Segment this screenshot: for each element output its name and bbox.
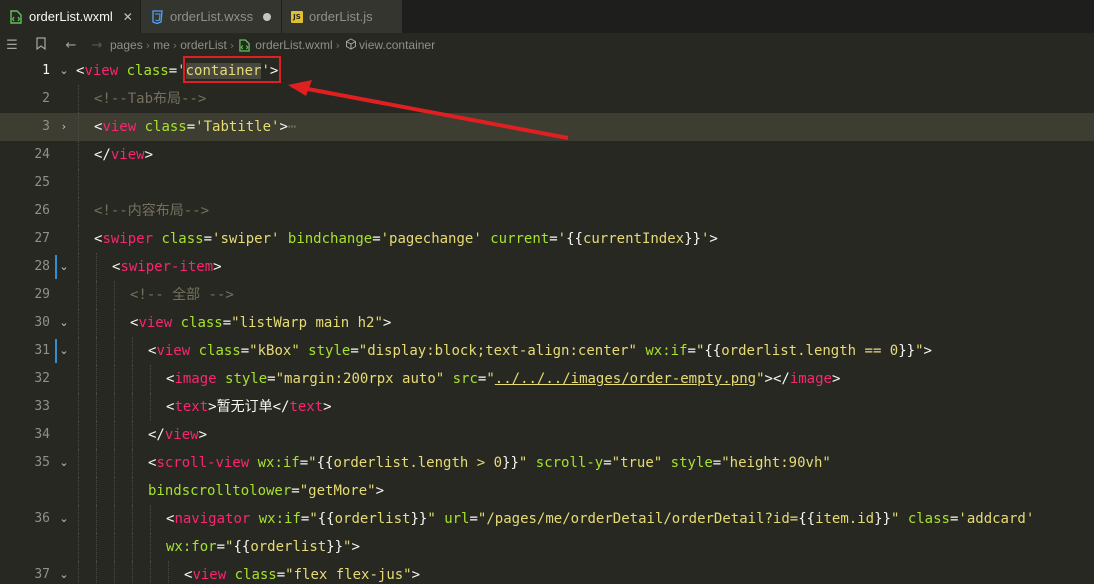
editor-window: orderList.wxml ✕ orderList.wxss JS order… [0,0,1094,584]
annotation-arrow [288,80,569,140]
